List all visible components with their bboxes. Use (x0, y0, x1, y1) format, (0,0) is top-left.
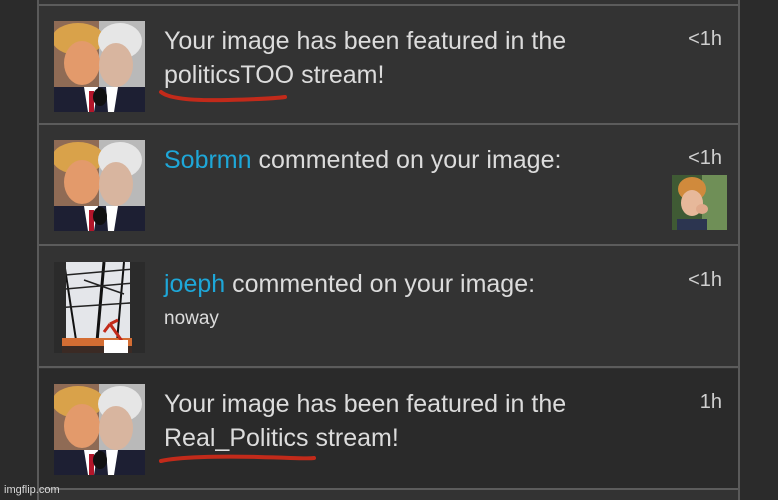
red-underline-annotation (159, 90, 287, 103)
notifications-panel: Your image has been featured in the poli… (37, 0, 740, 500)
stream-link[interactable]: politicsTOO (159, 58, 294, 103)
notification-text: Your image has been featured in the Real… (159, 387, 664, 463)
notification-text: joeph commented on your image: (164, 270, 536, 298)
reply-image-thumbnail[interactable] (672, 175, 727, 230)
notification-text: Sobrmn commented on your image: (164, 146, 562, 174)
notification-text: Your image has been featured in the poli… (159, 24, 664, 103)
username-link[interactable]: Sobrmn (164, 146, 252, 174)
notification-thumbnail[interactable] (54, 262, 145, 353)
notification-item[interactable]: joeph commented on your image: noway <1h (39, 247, 738, 368)
notification-item[interactable]: Your image has been featured in the Real… (39, 369, 738, 490)
stream-link[interactable]: Real_Politics (159, 421, 316, 463)
notification-thumbnail[interactable] (54, 21, 145, 112)
timestamp: <1h (688, 269, 722, 291)
username-link[interactable]: joeph (164, 270, 225, 298)
timestamp: 1h (699, 391, 722, 413)
timestamp: <1h (688, 147, 722, 169)
notification-thumbnail[interactable] (54, 384, 145, 475)
imgflip-watermark: imgflip.com (4, 484, 60, 496)
red-underline-annotation (159, 454, 316, 463)
comment-text: noway (164, 308, 219, 329)
timestamp: <1h (688, 28, 722, 50)
notification-item[interactable]: Sobrmn commented on your image: <1h (39, 125, 738, 246)
notification-thumbnail[interactable] (54, 140, 145, 231)
notification-item[interactable]: Your image has been featured in the poli… (39, 4, 738, 125)
